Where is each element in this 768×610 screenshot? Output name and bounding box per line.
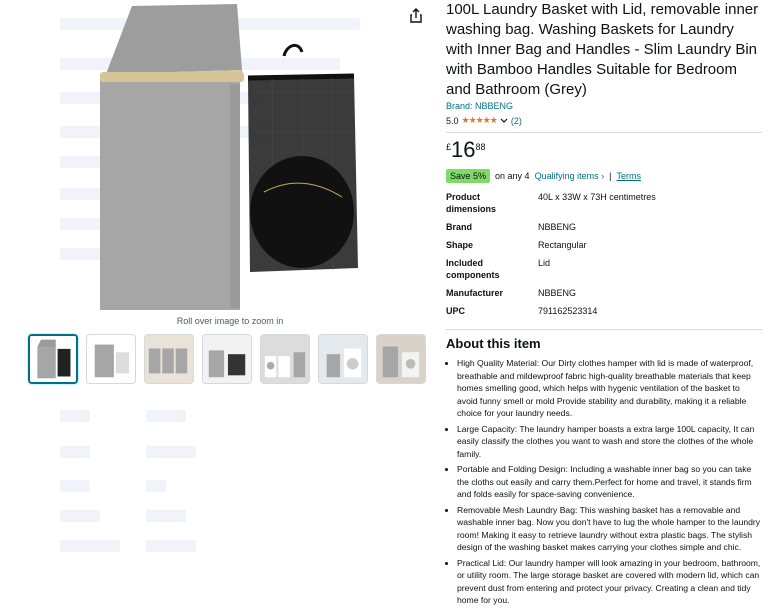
spec-value: 40L x 33W x 73H centimetres [538,192,656,202]
spec-key: Brand [446,222,473,232]
promo-row: Save 5% on any 4 Qualifying items › | Te… [446,169,762,183]
spec-row: Brand NBBENG [446,221,656,239]
spec-row: Shape Rectangular [446,239,656,257]
list-item: Large Capacity: The laundry hamper boast… [457,423,762,461]
thumbnail-6[interactable] [318,334,368,384]
list-item: Removable Mesh Laundry Bag: This washing… [457,504,762,554]
price: £ 16 88 [446,139,762,161]
separator: | [609,171,612,181]
spec-value: Rectangular [538,240,587,250]
spec-row: Product dimensions 40L x 33W x 73H centim… [446,191,656,221]
thumbnail-4[interactable] [202,334,252,384]
spec-key: Shape [446,240,474,250]
spec-key: Manufacturer [446,288,504,298]
spec-row: Manufacturer NBBENG [446,287,656,305]
product-details-column: 100L Laundry Basket with Lid, removable … [446,0,762,610]
star-rating-icon: ★★★★★ [461,115,498,125]
feature-bullets: High Quality Material: Our Dirty clothes… [446,357,762,607]
spec-value: 791162523314 [538,306,598,316]
promo-text: on any 4 [495,171,530,181]
divider [446,132,762,133]
share-icon[interactable] [408,8,424,24]
product-title: 100L Laundry Basket with Lid, removable … [446,1,759,98]
thumbnail-3[interactable] [144,334,194,384]
price-fraction: 88 [475,142,486,152]
rating-count[interactable]: (2) [511,116,522,126]
list-item: Practical Lid: Our laundry hamper will l… [457,557,762,607]
rating-value: 5.0 [446,115,459,126]
spec-value: Lid [538,258,551,268]
spec-row: Included components Lid [446,257,656,287]
spec-value: NBBENG [538,288,577,298]
thumbnail-1[interactable] [28,334,78,384]
list-item: High Quality Material: Our Dirty clothes… [457,357,762,420]
about-heading: About this item [446,336,541,351]
divider [446,329,762,330]
chevron-right-icon: › [601,171,605,181]
save-badge: Save 5% [446,169,491,183]
list-item: Portable and Folding Design: Including a… [457,463,762,501]
spec-key: UPC [446,306,466,316]
rating-row[interactable]: 5.0 ★★★★★ (2) [446,115,762,126]
specs-table: Product dimensions 40L x 33W x 73H centim… [446,191,656,323]
chevron-down-icon[interactable] [500,118,508,124]
image-thumbnail-strip [28,334,426,384]
thumbnail-5[interactable] [260,334,310,384]
brand-link[interactable]: Brand: NBBENG [446,101,762,111]
zoom-hint-text: Roll over image to zoom in [176,316,284,326]
spec-value: NBBENG [538,222,577,232]
thumbnail-2[interactable] [86,334,136,384]
main-product-image[interactable] [92,2,372,312]
spec-key: Product dimensions [446,192,497,214]
qualifying-items-link[interactable]: Qualifying items › [535,171,605,181]
price-whole: 16 [451,137,476,162]
spec-key: Included components [446,258,500,280]
thumbnail-7[interactable] [376,334,426,384]
spec-row: UPC 791162523314 [446,305,656,323]
terms-link[interactable]: Terms [616,171,641,181]
